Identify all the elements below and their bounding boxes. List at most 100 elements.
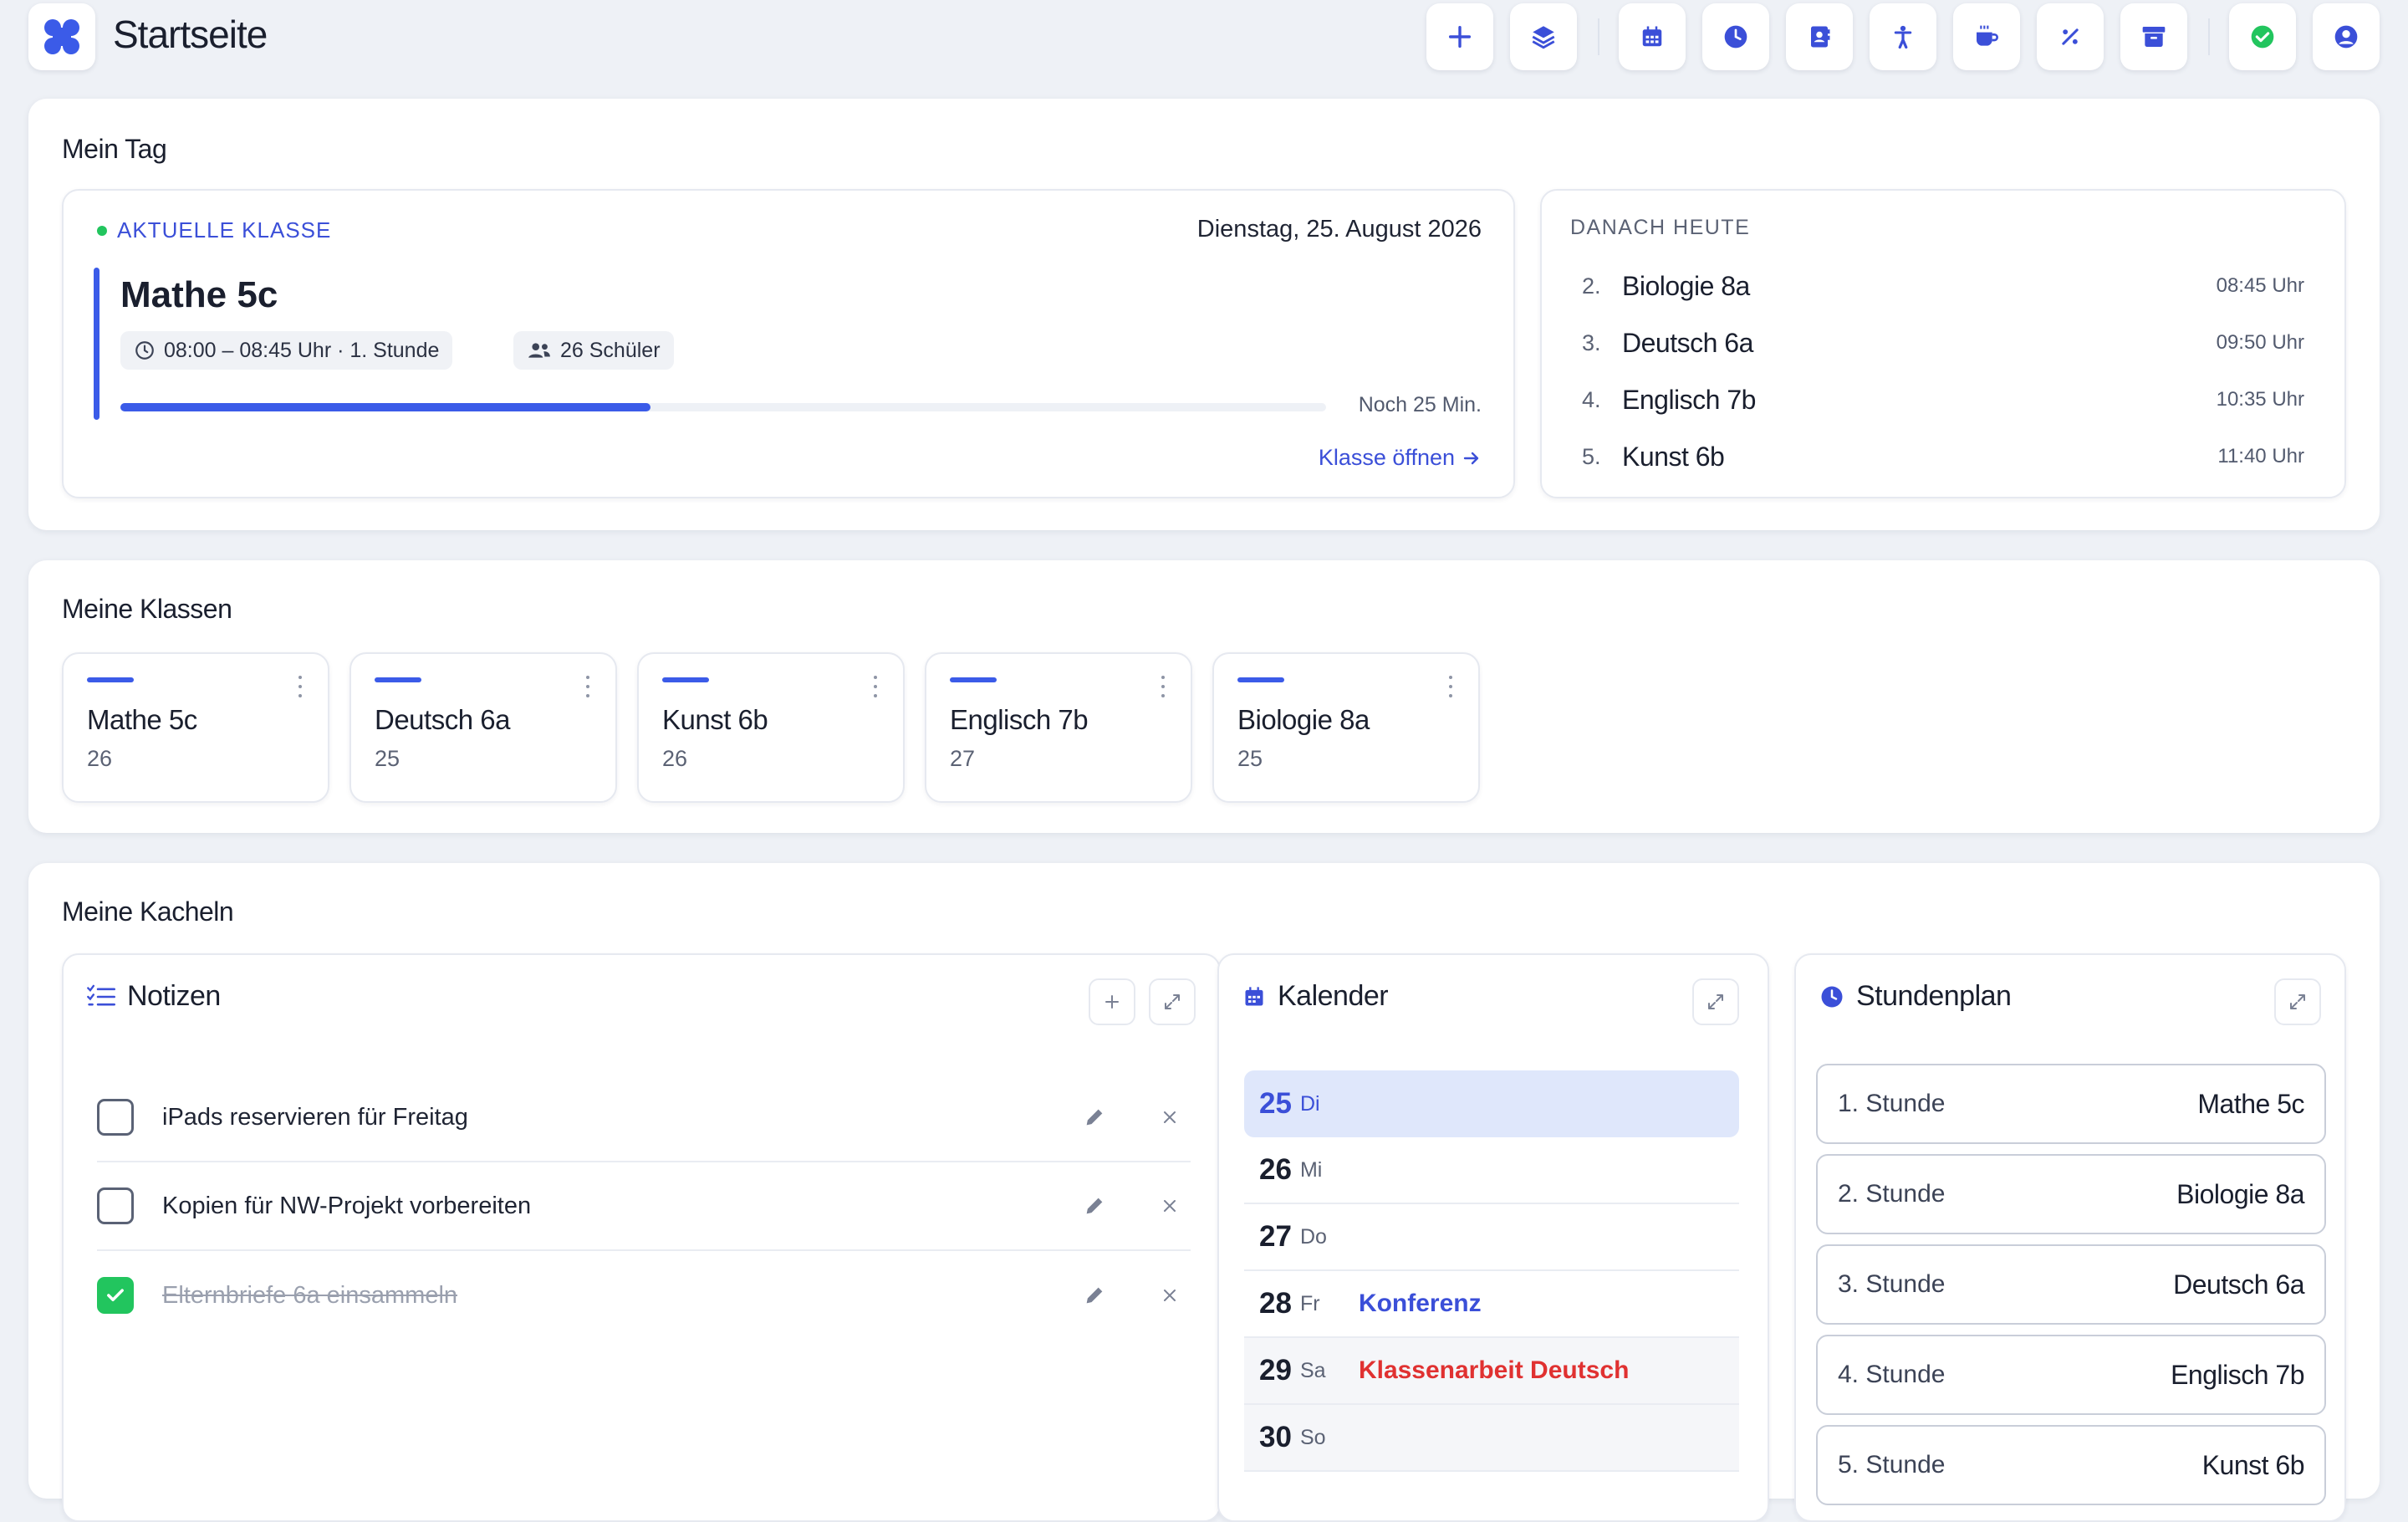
calendar-day[interactable]: 28 Fr Konferenz <box>1244 1271 1739 1338</box>
expand-icon <box>2290 994 2305 1009</box>
class-card-name: Kunst 6b <box>662 704 768 735</box>
schedule-row[interactable]: 5. Stunde Kunst 6b <box>1816 1425 2326 1505</box>
add-note-button[interactable] <box>1089 978 1135 1025</box>
next-lesson-name: Deutsch 6a <box>1622 327 1753 358</box>
next-today-card: DANACH HEUTE 2. Biologie 8a 08:45 Uhr 3.… <box>1540 189 2346 498</box>
calendar-button[interactable] <box>1619 3 1686 70</box>
edit-note-button[interactable] <box>1074 1284 1115 1307</box>
percent-button[interactable] <box>2037 3 2104 70</box>
app-logo-button[interactable] <box>28 3 95 70</box>
more-options-icon[interactable] <box>585 676 590 697</box>
expand-notes-button[interactable] <box>1149 978 1196 1025</box>
note-checkbox[interactable] <box>97 1099 134 1136</box>
add-button[interactable] <box>1426 3 1493 70</box>
account-button[interactable] <box>2313 3 2380 70</box>
class-card-accent <box>950 677 997 682</box>
next-lesson-name: Kunst 6b <box>1622 441 1725 472</box>
expand-schedule-button[interactable] <box>2274 978 2321 1025</box>
edit-note-button[interactable] <box>1074 1106 1115 1129</box>
note-checkbox-checked[interactable] <box>97 1277 134 1314</box>
next-lesson-row[interactable]: 2. Biologie 8a 08:45 Uhr <box>1582 261 2304 311</box>
notes-tile: Notizen iPads reservieren für Freitag Ko… <box>62 953 1221 1522</box>
schedule-slot: 4. Stunde <box>1838 1361 1946 1388</box>
more-options-icon[interactable] <box>298 676 303 697</box>
contacts-button[interactable] <box>1786 3 1853 70</box>
calendar-day[interactable]: 29 Sa Klassenarbeit Deutsch <box>1244 1338 1739 1405</box>
class-card[interactable]: Englisch 7b 27 <box>925 652 1192 803</box>
layers-icon <box>1532 26 1555 49</box>
schedule-row[interactable]: 3. Stunde Deutsch 6a <box>1816 1244 2326 1325</box>
expand-icon <box>1708 994 1723 1009</box>
schedule-row[interactable]: 4. Stunde Englisch 7b <box>1816 1335 2326 1415</box>
class-card-accent <box>87 677 134 682</box>
current-date: Dienstag, 25. August 2026 <box>1196 216 1482 243</box>
next-lesson-row[interactable]: 3. Deutsch 6a 09:50 Uhr <box>1582 318 2304 368</box>
checklist-icon <box>87 984 115 1005</box>
schedule-slot: 3. Stunde <box>1838 1270 1946 1298</box>
break-button[interactable] <box>1953 3 2020 70</box>
lesson-progress-fill <box>120 403 651 411</box>
edit-note-button[interactable] <box>1074 1194 1115 1218</box>
clock-button[interactable] <box>1702 3 1769 70</box>
close-icon <box>1164 1290 1176 1301</box>
students-chip: 26 Schüler <box>513 331 674 370</box>
schedule-class: Biologie 8a <box>2176 1178 2304 1209</box>
archive-icon <box>2142 27 2166 47</box>
delete-note-button[interactable] <box>1149 1285 1191 1305</box>
open-class-link[interactable]: Klasse öffnen <box>1319 445 1482 471</box>
next-lesson-row[interactable]: 5. Kunst 6b 11:40 Uhr <box>1582 432 2304 482</box>
coffee-icon <box>1977 25 1998 46</box>
users-icon <box>528 343 550 358</box>
clock-icon <box>1821 986 1843 1007</box>
class-card[interactable]: Mathe 5c 26 <box>62 652 329 803</box>
schedule-class: Mathe 5c <box>2197 1088 2304 1119</box>
note-checkbox[interactable] <box>97 1187 134 1224</box>
schedule-tile-header: Stundenplan <box>1819 980 2012 1013</box>
person-icon <box>1894 25 1912 49</box>
delete-note-button[interactable] <box>1149 1196 1191 1216</box>
more-options-icon[interactable] <box>873 676 878 697</box>
open-class-link-text: Klasse öffnen <box>1318 445 1455 470</box>
calendar-tile-header: Kalender <box>1242 980 1389 1013</box>
archive-button[interactable] <box>2120 3 2187 70</box>
schedule-slot: 5. Stunde <box>1838 1451 1946 1479</box>
current-class-card: AKTUELLE KLASSE Dienstag, 25. August 202… <box>62 189 1515 498</box>
calendar-icon <box>1642 26 1662 47</box>
schedule-tile: Stundenplan 1. Stunde Mathe 5c 2. Stunde… <box>1794 953 2346 1522</box>
class-card-count: 25 <box>375 746 400 771</box>
expand-calendar-button[interactable] <box>1692 978 1739 1025</box>
layers-button[interactable] <box>1510 3 1577 70</box>
class-card[interactable]: Kunst 6b 26 <box>637 652 905 803</box>
schedule-row[interactable]: 1. Stunde Mathe 5c <box>1816 1064 2326 1144</box>
calendar-event[interactable]: Klassenarbeit Deutsch <box>1359 1356 1629 1385</box>
calendar-tile-title: Kalender <box>1278 980 1389 1012</box>
more-options-icon[interactable] <box>1161 676 1166 697</box>
time-chip-text: 08:00 – 08:45 Uhr · 1. Stunde <box>164 338 440 362</box>
calendar-day[interactable]: 30 So <box>1244 1405 1739 1472</box>
note-item: Elternbriefe 6a einsammeln <box>97 1251 1191 1340</box>
class-card-name: Biologie 8a <box>1237 704 1370 735</box>
more-options-icon[interactable] <box>1448 676 1453 697</box>
calendar-day[interactable]: 26 Mi <box>1244 1137 1739 1204</box>
delete-note-button[interactable] <box>1149 1107 1191 1127</box>
next-lesson-row[interactable]: 4. Englisch 7b 10:35 Uhr <box>1582 375 2304 425</box>
next-lesson-number: 5. <box>1582 443 1601 469</box>
next-lesson-name: Englisch 7b <box>1622 384 1756 415</box>
current-class-label: AKTUELLE KLASSE <box>97 217 331 243</box>
note-text: iPads reservieren für Freitag <box>162 1103 468 1131</box>
status-check-icon <box>2251 25 2274 49</box>
calendar-day-today[interactable]: 25 Di <box>1244 1070 1739 1137</box>
calendar-day[interactable]: 27 Do <box>1244 1204 1739 1271</box>
status-button[interactable] <box>2229 3 2296 70</box>
next-lesson-number: 4. <box>1582 386 1601 412</box>
current-class-accent <box>94 268 99 420</box>
calendar-weekday: Do <box>1299 1224 1327 1249</box>
class-card[interactable]: Deutsch 6a 25 <box>349 652 617 803</box>
calendar-event[interactable]: Konferenz <box>1359 1290 1482 1318</box>
calendar-icon <box>1245 986 1263 1005</box>
calendar-weekday: So <box>1299 1425 1326 1449</box>
person-button[interactable] <box>1870 3 1936 70</box>
class-card-accent <box>662 677 709 682</box>
schedule-row[interactable]: 2. Stunde Biologie 8a <box>1816 1154 2326 1234</box>
class-card[interactable]: Biologie 8a 25 <box>1212 652 1480 803</box>
